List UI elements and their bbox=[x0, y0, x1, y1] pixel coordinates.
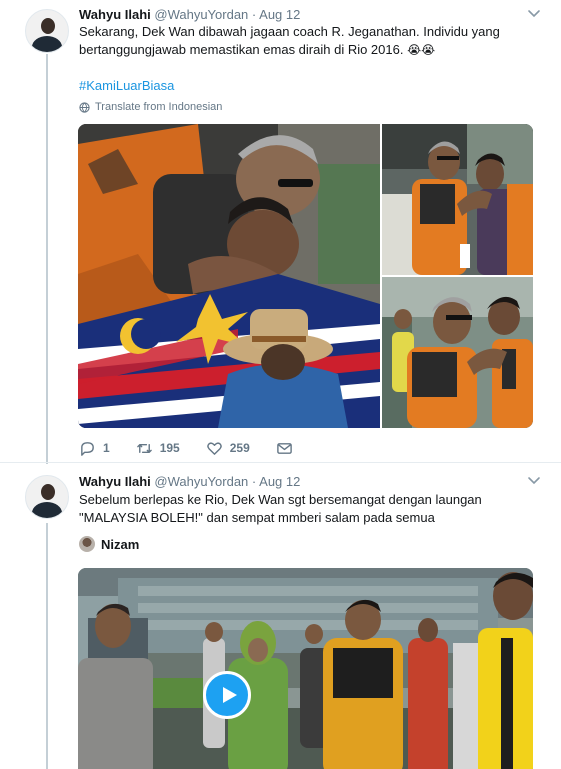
heart-icon bbox=[206, 441, 222, 455]
translate-label: Translate from Indonesian bbox=[95, 101, 223, 113]
photo-coach-hug[interactable] bbox=[78, 124, 380, 428]
tweet-actions: 1 195 259 bbox=[79, 438, 319, 458]
video-player[interactable] bbox=[78, 568, 533, 769]
play-icon bbox=[223, 687, 237, 703]
author-name[interactable]: Wahyu Ilahi bbox=[79, 474, 151, 489]
photo-wipe-tears[interactable] bbox=[382, 124, 533, 275]
tweet-text-line: Sebelum berlepas ke Rio, Dek Wan sgt ber… bbox=[79, 492, 482, 507]
direct-message-button[interactable] bbox=[276, 440, 293, 457]
tweet-text-line: "MALAYSIA BOLEH!" dan sempat mmberi sala… bbox=[79, 509, 435, 525]
play-button[interactable] bbox=[203, 671, 251, 719]
avatar[interactable] bbox=[25, 475, 69, 519]
reply-icon bbox=[81, 441, 94, 456]
globe-icon bbox=[79, 101, 90, 113]
retweet-icon bbox=[136, 443, 152, 453]
caret-down-icon[interactable] bbox=[527, 6, 541, 20]
avatar[interactable] bbox=[25, 9, 69, 53]
quoted-author-name: Nizam bbox=[101, 536, 140, 552]
reply-button[interactable]: 1 bbox=[79, 440, 110, 457]
photo-grid bbox=[78, 124, 533, 428]
like-button[interactable]: 259 bbox=[206, 440, 250, 457]
author-handle[interactable]: @WahyuYordan bbox=[154, 474, 248, 489]
hashtag-link[interactable]: #KamiLuarBiasa bbox=[79, 78, 174, 93]
tweet-text-line: bertanggungjawab memastikan emas diraih … bbox=[79, 41, 404, 57]
reply-count: 1 bbox=[103, 441, 110, 455]
crying-emoji: 😭😭 bbox=[407, 42, 436, 57]
tweet-header: Wahyu Ilahi @WahyuYordan · Aug 12 bbox=[79, 473, 541, 491]
separator-dot: · bbox=[251, 7, 257, 22]
photo-hug-crowd[interactable] bbox=[382, 277, 533, 428]
tweet-header: Wahyu Ilahi @WahyuYordan · Aug 12 bbox=[79, 6, 541, 24]
author-name[interactable]: Wahyu Ilahi bbox=[79, 7, 151, 22]
tweet-text: Sebelum berlepas ke Rio, Dek Wan sgt ber… bbox=[79, 491, 539, 526]
quoted-author-avatar bbox=[79, 536, 95, 552]
separator-dot: · bbox=[251, 474, 257, 489]
like-count: 259 bbox=[229, 441, 250, 455]
retweet-button[interactable]: 195 bbox=[136, 440, 180, 457]
caret-down-icon[interactable] bbox=[527, 473, 541, 487]
quoted-author[interactable]: Nizam bbox=[79, 536, 139, 552]
author-handle[interactable]: @WahyuYordan bbox=[154, 7, 248, 22]
tweet-text: Sekarang, Dek Wan dibawah jagaan coach R… bbox=[79, 23, 539, 59]
tweet[interactable]: Wahyu Ilahi @WahyuYordan · Aug 12 Sebelu… bbox=[0, 464, 561, 769]
tweet[interactable]: Wahyu Ilahi @WahyuYordan · Aug 12 Sekara… bbox=[0, 0, 561, 463]
tweet-text-line: Sekarang, Dek Wan dibawah jagaan coach R… bbox=[79, 24, 500, 39]
translate-link[interactable]: Translate from Indonesian bbox=[79, 101, 222, 113]
tweet-date[interactable]: Aug 12 bbox=[259, 474, 300, 489]
tweet-date[interactable]: Aug 12 bbox=[259, 7, 300, 22]
envelope-icon bbox=[276, 442, 292, 454]
retweet-count: 195 bbox=[159, 441, 180, 455]
